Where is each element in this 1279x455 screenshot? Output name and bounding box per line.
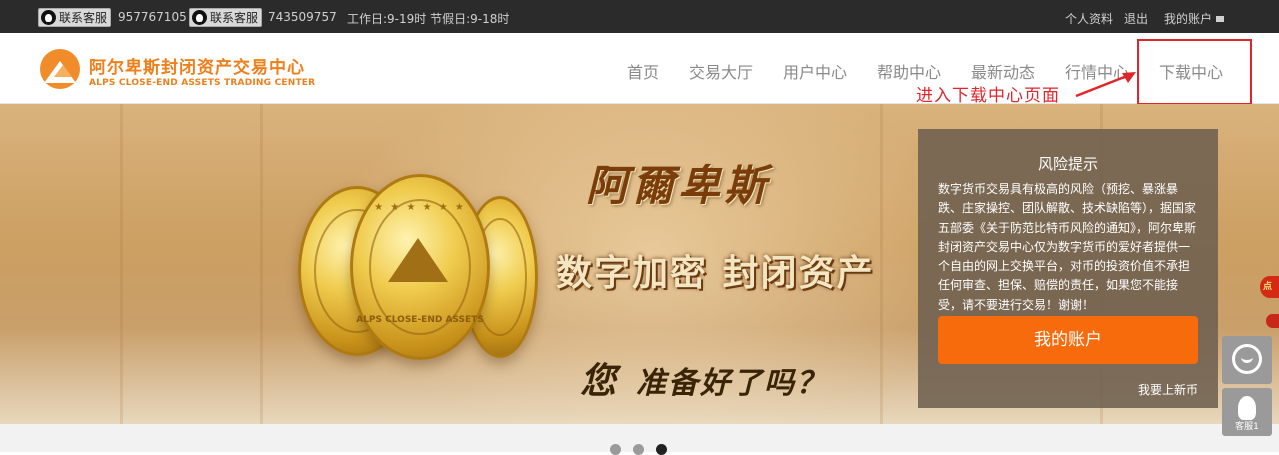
- annotation-arrow-icon: [1075, 72, 1136, 98]
- top-bar: 联系客服 957767105 联系客服 743509757 工作日:9-19时 …: [0, 0, 1279, 33]
- qq-service-button[interactable]: 客服1: [1222, 388, 1272, 436]
- carousel-dot-3-active[interactable]: [656, 444, 667, 455]
- service-label: 客服1: [1235, 422, 1259, 432]
- headset-icon: [1232, 344, 1262, 374]
- logo-mountain-icon[interactable]: [40, 49, 80, 89]
- qq-contact-label: 联系客服: [210, 11, 259, 25]
- mail-icon: [1216, 15, 1225, 22]
- risk-text: 数字货币交易具有极高的风险（预挖、暴涨暴跌、庄家操控、团队解散、技术缺陷等），据…: [938, 182, 1197, 312]
- banner-wood-streak: [120, 104, 123, 424]
- banner-wood-streak: [260, 104, 263, 424]
- qq-number-1: 957767105: [118, 10, 187, 24]
- promo-ribbon-icon: [1266, 314, 1279, 328]
- logo-name-en: ALPS CLOSE-END ASSETS TRADING CENTER: [89, 78, 316, 88]
- profile-link[interactable]: 个人资料: [1065, 10, 1113, 27]
- working-hours: 工作日:9-19时 节假日:9-18时: [347, 12, 510, 26]
- nav-user-center[interactable]: 用户中心: [783, 59, 847, 83]
- gold-coin-center: ★ ★ ★ ★ ★ ★ ALPS CLOSE-END ASSETS: [350, 174, 490, 360]
- qq-penguin-icon: [1238, 396, 1256, 420]
- coin-mountain-icon: [387, 238, 448, 283]
- site-header: 阿尔卑斯封闭资产交易中心 ALPS CLOSE-END ASSETS TRADI…: [0, 33, 1279, 106]
- banner-slogan: 数字加密 封闭资产: [556, 253, 875, 294]
- banner-question-first: 您: [580, 360, 619, 402]
- qq-icon: [192, 10, 207, 25]
- risk-warning-panel: 风险提示 数字货币交易具有极高的风险（预挖、暴涨暴跌、庄家操控、团队解散、技术缺…: [918, 129, 1218, 408]
- qq-contact-button-2[interactable]: 联系客服: [189, 8, 263, 27]
- online-service-button[interactable]: [1222, 336, 1272, 384]
- nav-latest-news[interactable]: 最新动态: [971, 59, 1035, 83]
- my-account-button[interactable]: 我的账户: [938, 316, 1198, 364]
- nav-trading-hall[interactable]: 交易大厅: [689, 59, 753, 83]
- banner-question-rest: 准备好了吗？: [636, 366, 829, 401]
- qq-contact-button-1[interactable]: 联系客服: [38, 8, 112, 27]
- list-new-coin-link[interactable]: 我要上新币: [1138, 381, 1198, 398]
- logout-link[interactable]: 退出: [1124, 10, 1148, 27]
- logo-name-cn[interactable]: 阿尔卑斯封闭资产交易中心: [89, 53, 305, 78]
- nav-home[interactable]: 首页: [627, 59, 659, 83]
- banner-wood-streak: [880, 104, 883, 424]
- carousel-dot-2[interactable]: [633, 444, 644, 455]
- my-account-link[interactable]: 我的账户: [1164, 10, 1225, 27]
- annotation-text: 进入下载中心页面: [916, 86, 1060, 106]
- coin-stars: ★ ★ ★ ★ ★ ★: [374, 202, 466, 214]
- coin-text: ALPS CLOSE-END ASSETS: [356, 314, 484, 325]
- carousel-dot-1[interactable]: [610, 444, 621, 455]
- nav-help-center[interactable]: 帮助中心: [877, 59, 941, 83]
- qq-contact-label: 联系客服: [59, 11, 108, 25]
- qq-icon: [41, 10, 56, 25]
- qq-number-2: 743509757: [268, 10, 337, 24]
- risk-title: 风险提示: [1037, 155, 1098, 173]
- promo-float-badge[interactable]: 点击: [1260, 276, 1279, 298]
- banner-question: 您准备好了吗？: [580, 352, 828, 404]
- my-account-label: 我的账户: [1164, 12, 1213, 26]
- annotation-highlight-box: [1137, 39, 1252, 105]
- banner-brand-title: 阿爾卑斯: [586, 161, 771, 210]
